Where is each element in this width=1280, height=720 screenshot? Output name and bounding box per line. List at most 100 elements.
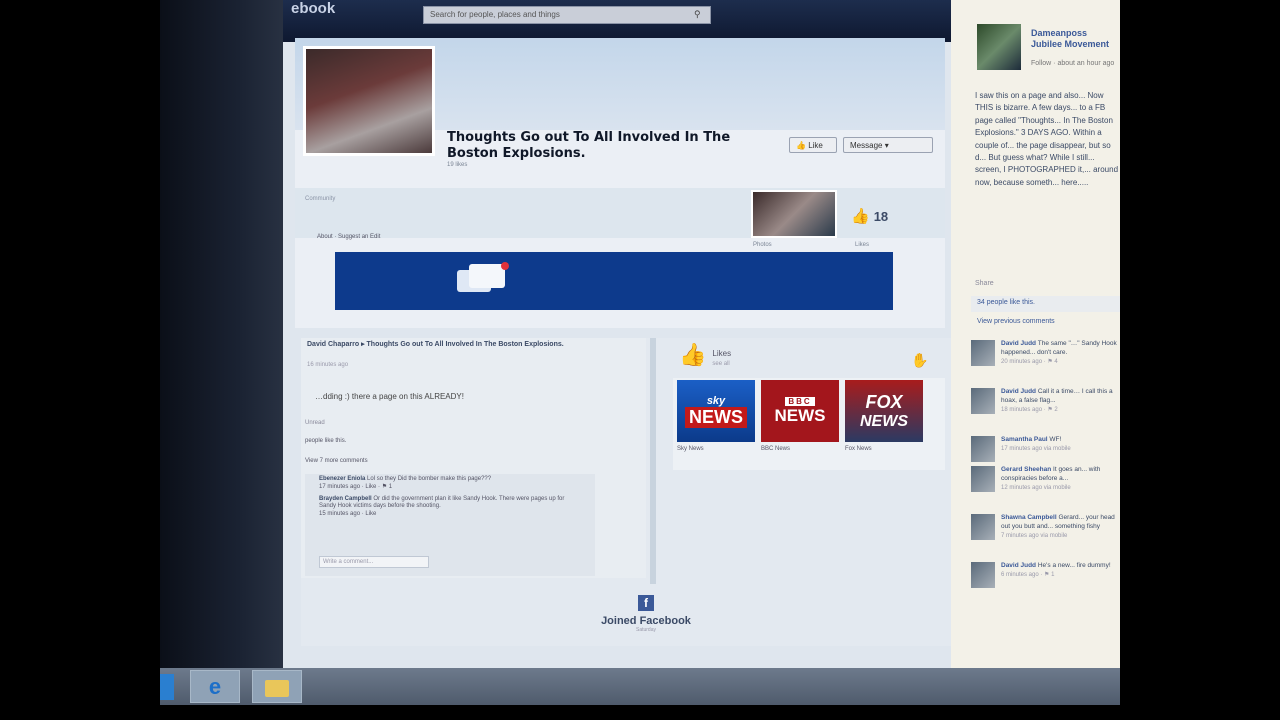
bbc-news-caption[interactable]: BBC News bbox=[761, 446, 790, 452]
timeline-panel: David Chaparro ▸ Thoughts Go out To All … bbox=[301, 338, 951, 646]
post-body: …dding :) there a page on this ALREADY! bbox=[315, 392, 464, 401]
search-icon[interactable]: ⚲ bbox=[694, 9, 706, 21]
comment-author[interactable]: Shawna Campbell bbox=[1001, 514, 1057, 521]
poster-name[interactable]: Dameanposs Jubilee Movement bbox=[1031, 28, 1120, 51]
logo-line-1: FOX bbox=[865, 391, 903, 412]
search-placeholder: Search for people, places and things bbox=[430, 10, 560, 19]
photos-label[interactable]: Photos bbox=[753, 242, 772, 248]
view-more-comments[interactable]: View 7 more comments bbox=[305, 458, 368, 464]
chat-banner bbox=[335, 252, 893, 310]
likes-count-box[interactable]: 👍 18 bbox=[851, 198, 921, 234]
start-button[interactable] bbox=[160, 674, 174, 700]
joined-facebook-event: f Joined Facebook Saturday bbox=[301, 594, 991, 633]
thumbs-up-icon: 👍 bbox=[679, 342, 707, 367]
view-previous-comments[interactable]: View previous comments bbox=[971, 318, 1055, 325]
comment-meta[interactable]: 20 minutes ago · ⚑ 4 bbox=[1001, 358, 1120, 366]
comment-author[interactable]: Ebenezer Eniola bbox=[319, 476, 365, 482]
liked-pages-row: sky NEWS BBC NEWS FOX NEWS Sky News BBC … bbox=[673, 378, 945, 470]
comment-text: He's a new... fire dummy! bbox=[1037, 562, 1111, 569]
comment-text: Lol so they Did the bomber make this pag… bbox=[367, 476, 492, 482]
likes-header[interactable]: 👍 Likes see all bbox=[679, 342, 731, 368]
post-time[interactable]: 16 minutes ago bbox=[307, 362, 348, 368]
post-likes[interactable]: people like this. bbox=[305, 438, 346, 444]
likes-count: 18 bbox=[873, 208, 889, 224]
screen: ebook Search for people, places and thin… bbox=[283, 0, 1120, 705]
comment-author[interactable]: Gerard Sheehan bbox=[1001, 466, 1051, 473]
post-card: David Chaparro ▸ Thoughts Go out To All … bbox=[301, 338, 646, 578]
like-button-label: Like bbox=[808, 141, 823, 150]
page-profile-picture[interactable] bbox=[303, 46, 435, 156]
page-subtitle: 19 likes bbox=[447, 162, 468, 168]
thumbs-up-icon: 👍 bbox=[796, 141, 806, 150]
monitor-bezel bbox=[160, 0, 290, 705]
comment-meta[interactable]: 12 minutes ago via mobile bbox=[1001, 484, 1120, 492]
photo-likes[interactable]: 34 people like this. bbox=[971, 296, 1120, 312]
likes-label[interactable]: Likes bbox=[855, 242, 869, 248]
comment-author[interactable]: Brayden Campbell bbox=[319, 496, 372, 502]
comment-author[interactable]: David Judd bbox=[1001, 388, 1036, 395]
avatar[interactable] bbox=[971, 340, 995, 366]
facebook-top-bar: ebook Search for people, places and thin… bbox=[283, 0, 955, 42]
comment-meta[interactable]: 6 minutes ago · ⚑ 1 bbox=[1001, 571, 1111, 579]
list-item: David Judd He's a new... fire dummy! 6 mi… bbox=[971, 560, 1120, 608]
post-author[interactable]: David Chaparro ▸ Thoughts Go out To All … bbox=[307, 340, 637, 349]
sky-news-logo[interactable]: sky NEWS bbox=[677, 380, 755, 442]
avatar[interactable] bbox=[971, 562, 995, 588]
page-title: Thoughts Go out To All Involved In The B… bbox=[447, 130, 731, 162]
facebook-icon: f bbox=[638, 595, 654, 611]
file-explorer-icon[interactable] bbox=[252, 670, 302, 703]
comment-text: WF! bbox=[1049, 436, 1062, 443]
logo-line-2: NEWS bbox=[860, 412, 908, 430]
comment-meta[interactable]: 15 minutes ago · Like bbox=[319, 511, 376, 517]
like-page-button[interactable]: 👍 Like bbox=[789, 137, 837, 153]
page-info-strip: Community bbox=[295, 188, 945, 238]
message-button-label: Message bbox=[850, 141, 883, 150]
avatar[interactable] bbox=[971, 436, 995, 462]
page-tab-links[interactable]: About · Suggest an Edit bbox=[317, 234, 380, 240]
sidebar-comment-list: David Judd The same "…" Sandy Hook happe… bbox=[971, 338, 1120, 608]
comment-meta[interactable]: 7 minutes ago via mobile bbox=[1001, 532, 1120, 540]
post-header: Unread bbox=[305, 420, 325, 426]
logo-line-1: sky bbox=[706, 394, 726, 407]
list-item: Gerard Sheehan It goes an... with conspi… bbox=[971, 464, 1120, 512]
photos-thumbnail[interactable] bbox=[751, 190, 837, 238]
fox-news-caption[interactable]: Fox News bbox=[845, 446, 872, 452]
logo-line-2: NEWS bbox=[774, 405, 826, 425]
bbc-news-logo[interactable]: BBC NEWS bbox=[761, 380, 839, 442]
sky-news-caption[interactable]: Sky News bbox=[677, 446, 704, 452]
page-header-panel: Thoughts Go out To All Involved In The B… bbox=[295, 38, 945, 328]
follow-link[interactable]: Follow · about an hour ago bbox=[1031, 60, 1114, 67]
comment-meta[interactable]: 17 minutes ago via mobile bbox=[1001, 445, 1071, 453]
chevron-down-icon: ▾ bbox=[884, 141, 889, 150]
list-item: Shawna Campbell Gerard... your head out … bbox=[971, 512, 1120, 560]
facebook-logo[interactable]: ebook bbox=[291, 0, 335, 17]
comment-author[interactable]: Samantha Paul bbox=[1001, 436, 1048, 443]
likes-panel-count[interactable]: see all bbox=[712, 361, 731, 367]
comment-meta[interactable]: 18 minutes ago · ⚑ 2 bbox=[1001, 406, 1120, 414]
chat-bubbles-icon bbox=[457, 262, 509, 292]
search-input[interactable]: Search for people, places and things ⚲ bbox=[423, 6, 711, 24]
timeline-divider bbox=[650, 338, 656, 584]
avatar[interactable] bbox=[977, 24, 1021, 70]
joined-title: Joined Facebook bbox=[601, 615, 691, 627]
likes-panel: 👍 Likes see all sky NEWS BBC NEWS FOX NE… bbox=[661, 338, 951, 578]
windows-taskbar: e bbox=[160, 668, 1120, 705]
likes-panel-label: Likes bbox=[712, 349, 732, 358]
message-button[interactable]: Message ▾ bbox=[843, 137, 933, 153]
joined-date: Saturday bbox=[635, 627, 656, 633]
avatar[interactable] bbox=[971, 466, 995, 492]
share-link[interactable]: Share bbox=[975, 280, 994, 287]
internet-explorer-icon[interactable]: e bbox=[190, 670, 240, 703]
list-item: David Judd The same "…" Sandy Hook happe… bbox=[971, 338, 1120, 386]
comment-meta[interactable]: 17 minutes ago · Like · ⚑ 1 bbox=[319, 484, 392, 490]
avatar[interactable] bbox=[971, 388, 995, 414]
photo-sidebar: Dameanposs Jubilee Movement Follow · abo… bbox=[951, 0, 1120, 668]
comment-author[interactable]: David Judd bbox=[1001, 562, 1036, 569]
write-comment-input[interactable]: Write a comment... bbox=[319, 556, 429, 568]
avatar[interactable] bbox=[971, 514, 995, 540]
fox-news-logo[interactable]: FOX NEWS bbox=[845, 380, 923, 442]
comment-item: Brayden Campbell Or did the government p… bbox=[305, 494, 595, 521]
logo-line-1: BBC bbox=[785, 396, 815, 406]
mouse-cursor-icon: ✋ bbox=[911, 352, 929, 368]
comment-author[interactable]: David Judd bbox=[1001, 340, 1036, 347]
